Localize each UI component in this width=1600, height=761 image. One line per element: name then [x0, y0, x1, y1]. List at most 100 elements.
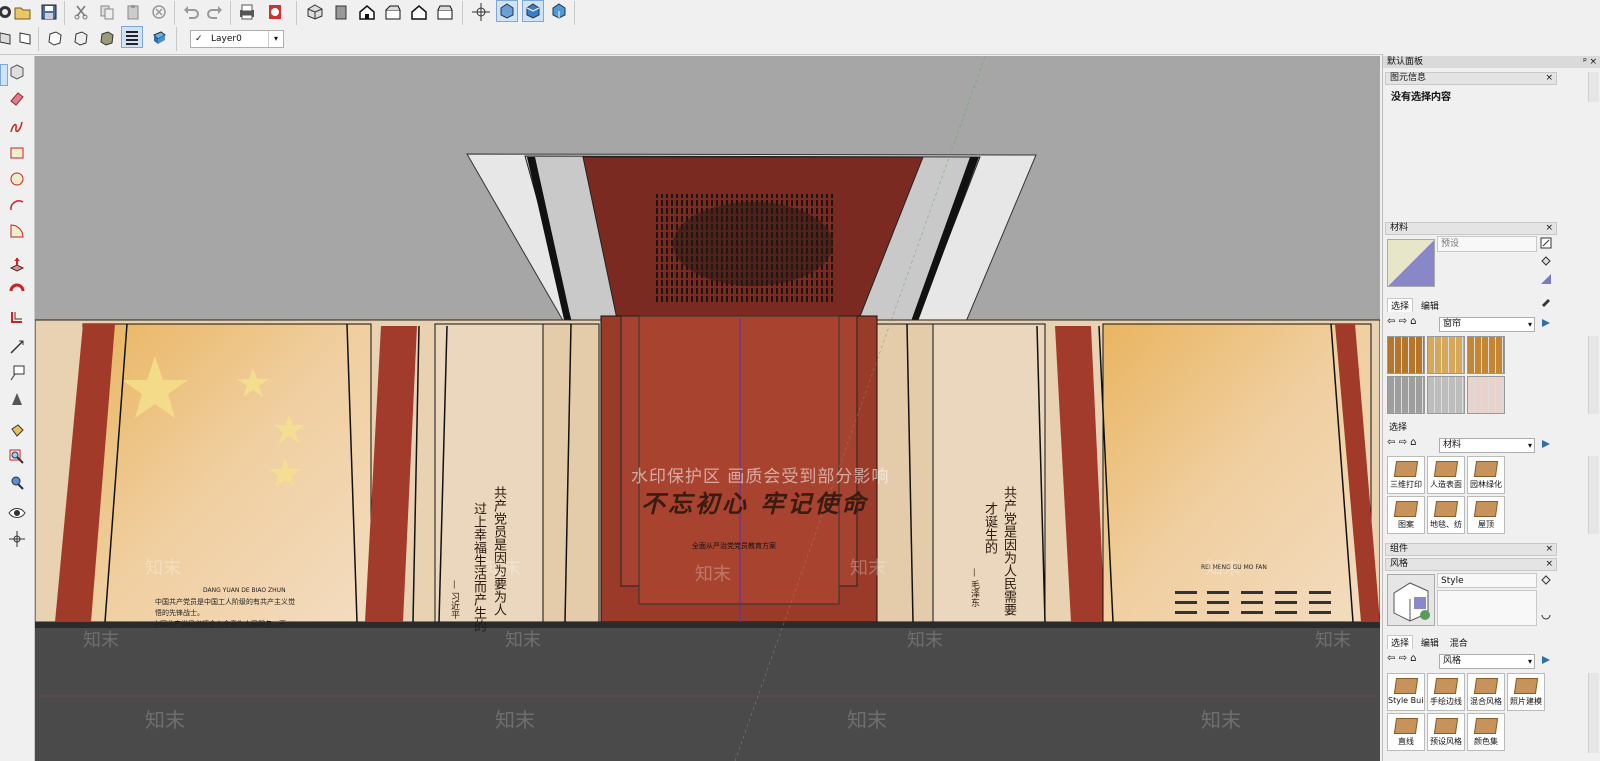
hidden-geometry-icon[interactable] [121, 26, 143, 48]
print-icon[interactable] [236, 1, 258, 23]
right-view-icon[interactable] [382, 1, 404, 23]
details-arrow-icon[interactable] [1539, 316, 1553, 330]
paste-icon[interactable] [122, 1, 144, 23]
paint-bucket-icon[interactable] [6, 420, 28, 442]
back-icon[interactable]: ⇦ [1387, 437, 1395, 448]
text-icon[interactable] [6, 362, 28, 384]
materials-header[interactable]: 材料 × [1385, 222, 1557, 235]
close-icon[interactable]: × [1545, 73, 1553, 84]
pin-icon[interactable]: ᵖ [1583, 56, 1587, 68]
model-viewport[interactable]: 水印保护区 画质会受到部分影响 不忘初心 牢记使命 全面从严治党党员教育方案 D… [35, 56, 1380, 761]
layers-icon[interactable] [96, 27, 118, 49]
material-swatch[interactable] [1467, 376, 1505, 414]
style-name-field[interactable]: Style [1437, 573, 1537, 588]
library-folder[interactable]: 图案 [1387, 496, 1425, 534]
close-icon[interactable]: × [1545, 544, 1553, 555]
home-icon[interactable]: ⌂ [1410, 316, 1416, 327]
tab-edit[interactable]: 编辑 [1418, 636, 1442, 649]
back-view-icon[interactable] [408, 1, 430, 23]
eyedropper-icon[interactable] [1539, 294, 1553, 308]
arc-icon[interactable] [6, 194, 28, 216]
styles-header[interactable]: 风格 × [1385, 558, 1557, 571]
forward-icon[interactable]: ⇨ [1399, 316, 1407, 327]
material-name-field[interactable]: 预设 [1437, 236, 1537, 252]
monochrome-icon[interactable] [70, 27, 92, 49]
style-folder[interactable]: 手绘边线 [1427, 673, 1465, 711]
forward-icon[interactable]: ⇨ [1399, 437, 1407, 448]
dimension-icon[interactable] [6, 388, 28, 410]
xray-style-icon[interactable] [496, 0, 518, 22]
material-collection-select[interactable]: 窗帘 ▾ [1439, 317, 1535, 332]
style-folder[interactable]: Style Build [1387, 673, 1425, 711]
tab-edit[interactable]: 编辑 [1418, 299, 1442, 312]
style-folder[interactable]: 直线 [1387, 713, 1425, 751]
save-icon[interactable] [38, 1, 60, 23]
forward-icon[interactable]: ⇨ [1399, 653, 1407, 664]
position-camera-icon[interactable] [6, 472, 28, 494]
push-pull-icon[interactable] [6, 254, 28, 276]
components-header[interactable]: 组件 × [1385, 543, 1557, 556]
library-collection-select[interactable]: 材料 ▾ [1439, 438, 1535, 453]
walk-icon[interactable] [6, 528, 28, 550]
library-folder[interactable]: 屋顶 [1467, 496, 1505, 534]
zoom-window-icon[interactable] [6, 446, 28, 468]
follow-me-icon[interactable] [6, 280, 28, 302]
left-view-icon[interactable] [434, 1, 456, 23]
report-icon[interactable] [264, 1, 286, 23]
material-swatch[interactable] [1427, 376, 1465, 414]
make-component-icon[interactable] [6, 61, 28, 83]
shadow-icon[interactable] [148, 27, 170, 49]
back-icon[interactable]: ⇦ [1387, 316, 1395, 327]
textured-style-icon[interactable] [548, 0, 570, 22]
pie-icon[interactable] [6, 220, 28, 242]
front-view-icon[interactable] [356, 1, 378, 23]
orbit-icon[interactable] [470, 1, 492, 23]
sample-paint-icon[interactable] [1539, 254, 1553, 268]
details-arrow-icon[interactable] [1539, 437, 1553, 451]
create-style-icon[interactable] [1539, 573, 1553, 587]
style-folder[interactable]: 混合风格 [1467, 673, 1505, 711]
circle-icon[interactable] [6, 168, 28, 190]
look-around-icon[interactable] [6, 502, 28, 524]
layer-select[interactable]: ✓ Layer0 ▾ [190, 30, 284, 48]
home-icon[interactable]: ⌂ [1410, 437, 1416, 448]
top-view-icon[interactable] [330, 1, 352, 23]
tab-select[interactable]: 选择 [1387, 635, 1414, 649]
entity-info-header[interactable]: 图元信息 × [1385, 72, 1557, 85]
freehand-icon[interactable] [6, 116, 28, 138]
home-icon[interactable]: ⌂ [1410, 653, 1416, 664]
material-swatch[interactable] [1467, 336, 1505, 374]
back-icon[interactable]: ⇦ [1387, 653, 1395, 664]
rectangle-icon[interactable] [6, 142, 28, 164]
library-folder[interactable]: 园林绿化 [1467, 456, 1505, 494]
default-material-icon[interactable] [1539, 272, 1553, 286]
tape-measure-icon[interactable] [6, 336, 28, 358]
refresh-icon[interactable] [1539, 608, 1553, 622]
cut-icon[interactable] [70, 1, 92, 23]
hidden-line-icon[interactable] [14, 27, 36, 49]
erase-icon[interactable] [148, 1, 170, 23]
details-arrow-icon[interactable] [1539, 653, 1553, 667]
scrollbar[interactable] [1588, 72, 1599, 102]
close-icon[interactable]: × [1589, 56, 1597, 68]
close-icon[interactable]: × [1545, 223, 1553, 234]
library-folder[interactable]: 人造表面 [1427, 456, 1465, 494]
close-icon[interactable]: × [1545, 559, 1553, 570]
create-material-icon[interactable] [1539, 236, 1553, 250]
shaded-icon[interactable] [44, 27, 66, 49]
material-swatch[interactable] [1387, 336, 1425, 374]
tab-mix[interactable]: 混合 [1447, 636, 1471, 649]
scrollbar[interactable] [1588, 456, 1599, 534]
open-icon[interactable] [12, 1, 34, 23]
offset-icon[interactable] [6, 306, 28, 328]
tab-select[interactable]: 选择 [1387, 298, 1414, 312]
copy-icon[interactable] [96, 1, 118, 23]
scrollbar[interactable] [1588, 336, 1599, 414]
library-folder[interactable]: 地毯、纺 [1427, 496, 1465, 534]
iso-view-icon[interactable] [304, 1, 326, 23]
style-description-field[interactable] [1437, 590, 1537, 626]
shaded-style-icon[interactable] [522, 0, 544, 22]
material-swatch[interactable] [1387, 376, 1425, 414]
eraser-icon[interactable] [6, 87, 28, 109]
chevron-down-icon[interactable]: ▾ [268, 31, 283, 47]
